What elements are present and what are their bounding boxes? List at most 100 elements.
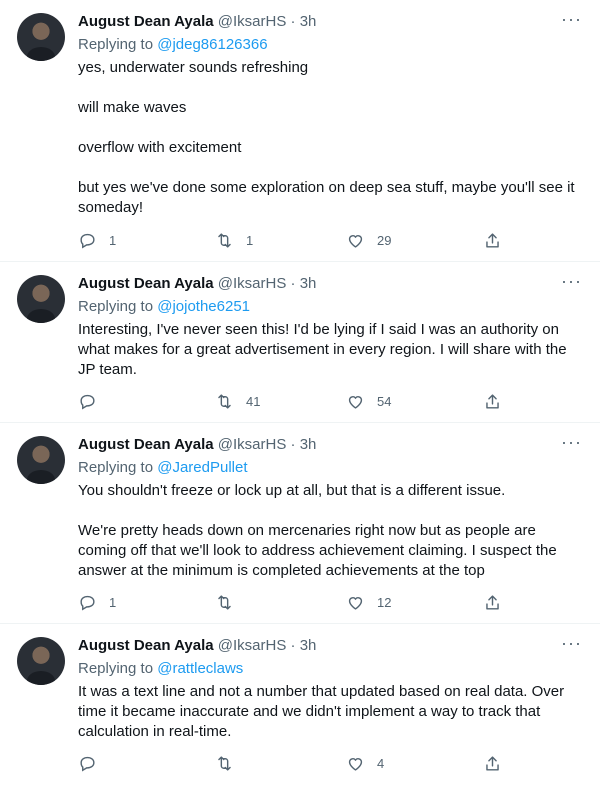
separator-dot: ·: [290, 13, 296, 30]
retweet-button[interactable]: [215, 752, 246, 774]
replying-to-link[interactable]: @jojothe6251: [157, 298, 250, 315]
replying-to: Replying to @rattleclaws: [78, 659, 243, 679]
like-icon: [348, 596, 363, 610]
timestamp[interactable]: 3h: [300, 13, 317, 30]
tweet-actions: 4: [78, 752, 508, 774]
tweet-text: Interesting, I've never seen this! I'd b…: [78, 320, 578, 380]
like-icon: [348, 395, 363, 409]
tweet[interactable]: August Dean Ayala @IksarHS · 3h ··· Repl…: [0, 624, 600, 785]
replying-to-link[interactable]: @jdeg86126366: [157, 36, 267, 53]
retweet-icon: [218, 232, 231, 248]
timestamp[interactable]: 3h: [300, 637, 317, 654]
share-icon: [486, 393, 499, 409]
reply-icon: [80, 233, 95, 248]
replying-to-label: Replying to: [78, 298, 158, 315]
author-name[interactable]: August Dean Ayala: [78, 436, 214, 453]
author-name[interactable]: August Dean Ayala: [78, 275, 214, 292]
retweet-icon: [218, 755, 231, 771]
replying-to: Replying to @JaredPullet: [78, 458, 248, 478]
like-icon: [348, 757, 363, 771]
like-icon: [348, 234, 363, 248]
more-icon[interactable]: ···: [561, 634, 582, 652]
tweet-header: August Dean Ayala @IksarHS · 3h: [78, 636, 316, 656]
share-button[interactable]: [483, 591, 502, 613]
author-name[interactable]: August Dean Ayala: [78, 637, 214, 654]
tweet-header: August Dean Ayala @IksarHS · 3h: [78, 435, 316, 455]
like-button[interactable]: 4: [346, 752, 384, 774]
retweet-button[interactable]: [215, 591, 246, 613]
like-count: 54: [377, 393, 392, 409]
more-icon[interactable]: ···: [561, 433, 582, 451]
author-handle[interactable]: @IksarHS: [218, 637, 287, 654]
more-icon[interactable]: ···: [561, 10, 582, 28]
tweet[interactable]: August Dean Ayala @IksarHS · 3h ··· Repl…: [0, 262, 600, 423]
reply-icon: [80, 756, 95, 771]
like-button[interactable]: 54: [346, 390, 391, 412]
reply-count: 1: [109, 594, 117, 610]
share-icon: [486, 232, 499, 248]
reply-button[interactable]: [78, 390, 109, 412]
tweet-paragraph: overflow with excitement: [78, 139, 242, 156]
share-button[interactable]: [483, 390, 502, 412]
share-icon: [486, 755, 499, 771]
tweet-paragraph: but yes we've done some exploration on d…: [78, 179, 575, 216]
author-handle[interactable]: @IksarHS: [218, 275, 287, 292]
reply-icon: [80, 595, 95, 610]
like-count: 12: [377, 594, 392, 610]
replying-to-link[interactable]: @rattleclaws: [157, 660, 243, 677]
replying-to-label: Replying to: [78, 660, 158, 677]
retweet-count: 1: [246, 232, 254, 248]
author-handle[interactable]: @IksarHS: [218, 13, 287, 30]
like-count: 29: [377, 232, 392, 248]
reply-button[interactable]: 1: [78, 229, 116, 251]
tweet-actions: 41 54: [78, 390, 508, 412]
tweet-text: It was a text line and not a number that…: [78, 682, 578, 742]
tweet-paragraph: will make waves: [78, 99, 187, 116]
tweet-actions: 1 12: [78, 591, 508, 613]
tweet-actions: 1 1 29: [78, 229, 508, 251]
separator-dot: ·: [290, 436, 296, 453]
more-icon[interactable]: ···: [561, 272, 582, 290]
avatar[interactable]: [17, 275, 65, 323]
replying-to-label: Replying to: [78, 459, 158, 476]
replying-to-label: Replying to: [78, 36, 158, 53]
reply-button[interactable]: 1: [78, 591, 116, 613]
tweet-paragraph: Interesting, I've never seen this! I'd b…: [78, 321, 567, 378]
tweet-paragraph: It was a text line and not a number that…: [78, 683, 565, 740]
tweet[interactable]: August Dean Ayala @IksarHS · 3h ··· Repl…: [0, 423, 600, 624]
reply-button[interactable]: [78, 752, 109, 774]
separator-dot: ·: [290, 275, 296, 292]
tweet-text: yes, underwater sounds refreshing will m…: [78, 58, 578, 218]
timestamp[interactable]: 3h: [300, 275, 317, 292]
reply-count: 1: [109, 232, 117, 248]
share-button[interactable]: [483, 229, 502, 251]
author-name[interactable]: August Dean Ayala: [78, 13, 214, 30]
author-handle[interactable]: @IksarHS: [218, 436, 287, 453]
tweet-paragraph: We're pretty heads down on mercenaries r…: [78, 522, 557, 579]
tweet-header: August Dean Ayala @IksarHS · 3h: [78, 274, 316, 294]
like-button[interactable]: 12: [346, 591, 391, 613]
avatar[interactable]: [17, 637, 65, 685]
retweet-button[interactable]: 1: [215, 229, 253, 251]
retweet-count: 41: [246, 393, 261, 409]
replying-to: Replying to @jdeg86126366: [78, 35, 268, 55]
tweet-paragraph: yes, underwater sounds refreshing: [78, 59, 309, 76]
timestamp[interactable]: 3h: [300, 436, 317, 453]
avatar[interactable]: [17, 13, 65, 61]
tweet-paragraph: You shouldn't freeze or lock up at all, …: [78, 482, 506, 499]
tweet-header: August Dean Ayala @IksarHS · 3h: [78, 12, 316, 32]
reply-icon: [80, 394, 95, 409]
tweet-text: You shouldn't freeze or lock up at all, …: [78, 481, 578, 581]
replying-to-link[interactable]: @JaredPullet: [157, 459, 247, 476]
retweet-icon: [218, 594, 231, 610]
tweet[interactable]: August Dean Ayala @IksarHS · 3h ··· Repl…: [0, 0, 600, 262]
share-button[interactable]: [483, 752, 502, 774]
like-button[interactable]: 29: [346, 229, 391, 251]
avatar[interactable]: [17, 436, 65, 484]
replying-to: Replying to @jojothe6251: [78, 297, 250, 317]
share-icon: [486, 594, 499, 610]
separator-dot: ·: [290, 637, 296, 654]
retweet-icon: [218, 393, 231, 409]
like-count: 4: [377, 755, 385, 771]
retweet-button[interactable]: 41: [215, 390, 260, 412]
